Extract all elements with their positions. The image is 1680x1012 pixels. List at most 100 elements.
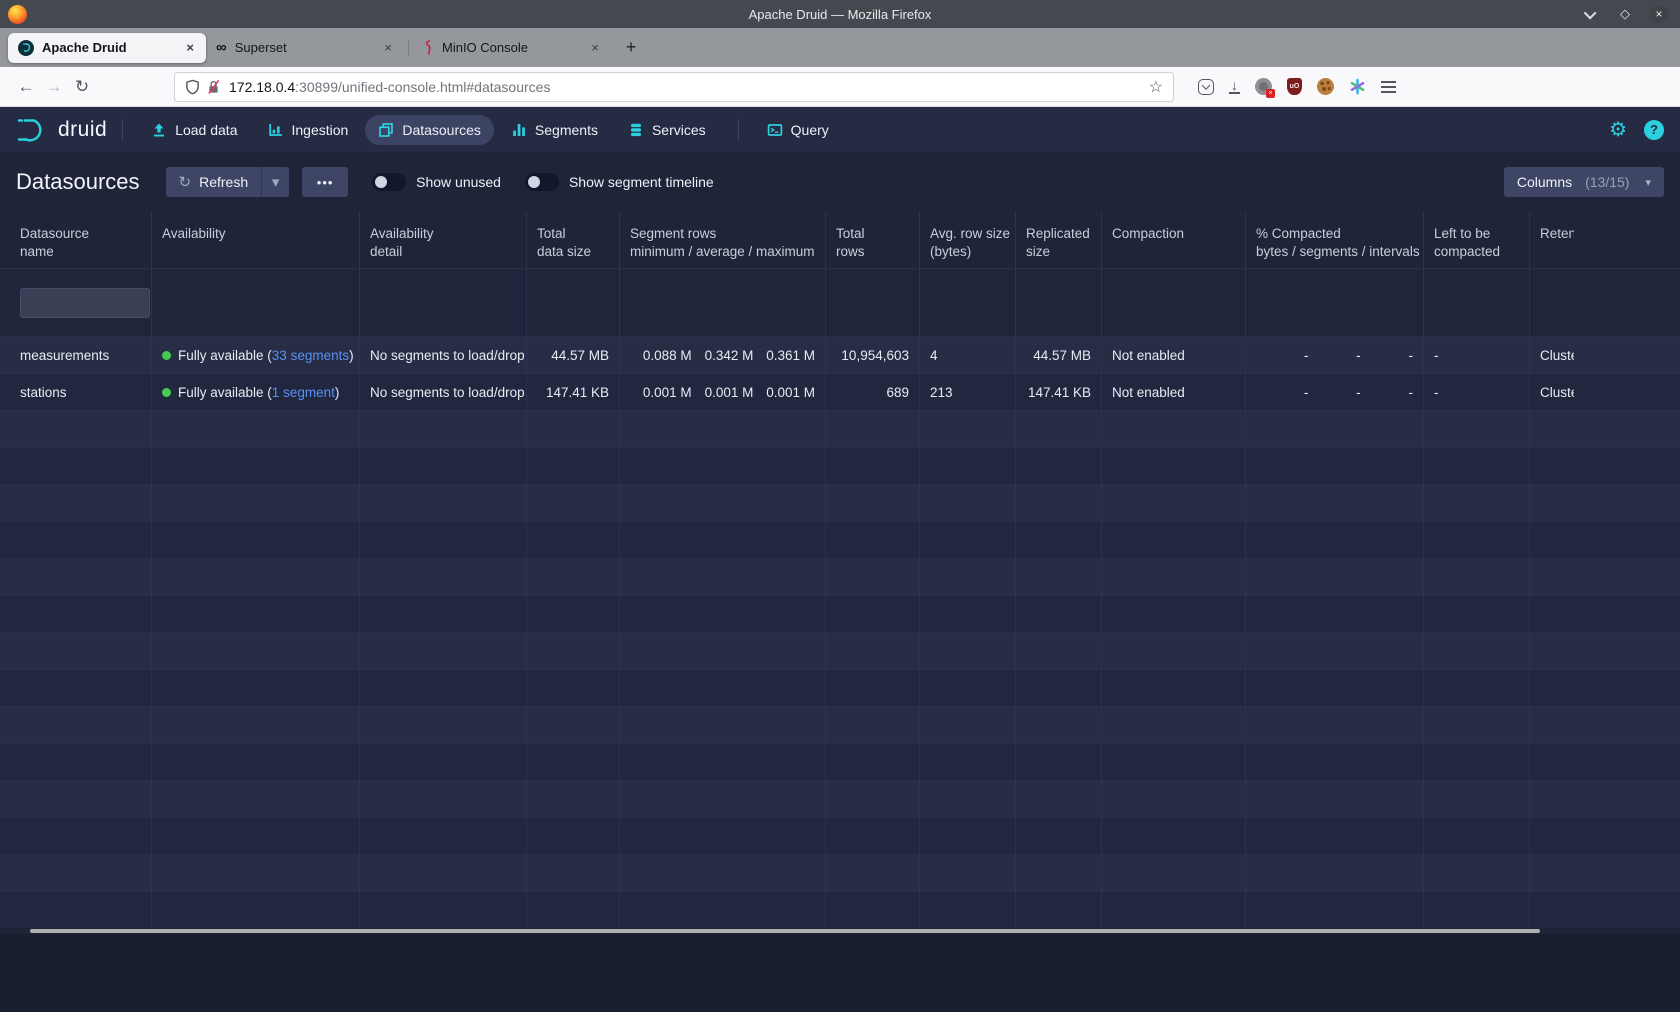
privacy-extension-icon[interactable]: × xyxy=(1255,78,1272,95)
column-header-total-rows[interactable]: Totalrows xyxy=(826,212,920,268)
page-header: Datasources ↻ Refresh ▾ ••• Show unused … xyxy=(0,152,1680,212)
back-button[interactable]: ← xyxy=(12,73,40,101)
tab-minio-console[interactable]: MinIO Console × xyxy=(413,33,611,63)
show-unused-toggle-group: Show unused xyxy=(372,173,501,191)
new-tab-button[interactable]: + xyxy=(617,34,645,62)
window-maximize-button[interactable]: ◇ xyxy=(1616,5,1634,23)
downloads-button[interactable]: ↓ xyxy=(1229,80,1240,94)
page-title: Datasources xyxy=(16,169,140,195)
table-row-measurements[interactable]: measurements Fully available (33 segment… xyxy=(0,336,1680,373)
table-row-stations[interactable]: stations Fully available (1 segment) No … xyxy=(0,373,1680,410)
nav-item-segments[interactable]: Segments xyxy=(498,115,611,145)
availability-cell: Fully available (1 segment) xyxy=(152,374,360,410)
tab-close-icon[interactable]: × xyxy=(380,38,396,57)
more-actions-button[interactable]: ••• xyxy=(302,167,348,197)
reload-button[interactable]: ↻ xyxy=(68,73,96,101)
retention-cell: Cluster default xyxy=(1530,374,1680,410)
datasource-name-cell: measurements xyxy=(10,337,152,373)
menu-button[interactable] xyxy=(1381,81,1396,93)
forward-button[interactable]: → xyxy=(40,73,68,101)
availability-detail-cell: No segments to load/drop xyxy=(360,337,527,373)
tab-label: Apache Druid xyxy=(42,40,182,55)
nav-item-services[interactable]: Services xyxy=(615,115,719,145)
column-header-segment-rows[interactable]: Segment rowsminimum / average / maximum xyxy=(620,212,826,268)
window-titlebar: Apache Druid — Mozilla Firefox ◇ × xyxy=(0,0,1680,28)
column-header-left-to-be-compacted[interactable]: Left to becompacted xyxy=(1424,212,1530,268)
tab-apache-druid[interactable]: Apache Druid × xyxy=(8,33,206,63)
superset-favicon-icon: ∞ xyxy=(216,39,227,56)
total-rows-cell: 689 xyxy=(826,374,920,410)
tab-close-icon[interactable]: × xyxy=(182,38,198,57)
help-icon[interactable]: ? xyxy=(1644,120,1664,140)
url-text: 172.18.0.4:30899/unified-console.html#da… xyxy=(229,79,1149,95)
ublock-origin-icon[interactable]: uO xyxy=(1287,78,1302,95)
table-row-empty xyxy=(0,891,1680,928)
retention-cell: Cluster default xyxy=(1530,337,1680,373)
settings-gear-icon[interactable]: ⚙ xyxy=(1609,117,1627,142)
compaction-cell: Not enabled xyxy=(1102,337,1246,373)
show-unused-switch[interactable] xyxy=(372,173,406,191)
pct-compacted-cell: --- xyxy=(1246,337,1424,373)
datasource-name-cell: stations xyxy=(10,374,152,410)
switch-knob xyxy=(375,176,387,188)
table-row-empty xyxy=(0,632,1680,669)
total-rows-cell: 10,954,603 xyxy=(826,337,920,373)
datasources-icon xyxy=(378,122,394,138)
segment-rows-cell: 0.001 M0.001 M0.001 M xyxy=(620,374,826,410)
availability-cell: Fully available (33 segments) xyxy=(152,337,360,373)
tab-superset[interactable]: ∞ Superset × xyxy=(206,33,404,63)
segments-link[interactable]: 1 segment xyxy=(272,385,335,400)
url-host: 172.18.0.4 xyxy=(229,79,295,95)
nav-item-label: Load data xyxy=(175,122,237,138)
browser-toolbar: ← → ↻ 172.18.0.4:30899/unified-console.h… xyxy=(0,67,1680,107)
availability-status-dot xyxy=(162,351,171,360)
column-header-retention[interactable]: Retention xyxy=(1530,212,1680,268)
refresh-caret-button[interactable]: ▾ xyxy=(261,167,289,197)
show-unused-label: Show unused xyxy=(416,174,501,190)
window-close-button[interactable]: × xyxy=(1650,5,1668,23)
column-header-availability-detail[interactable]: Availabilitydetail xyxy=(360,212,527,268)
tab-close-icon[interactable]: × xyxy=(587,38,603,57)
show-segment-timeline-toggle-group: Show segment timeline xyxy=(525,173,714,191)
column-header-replicated-size[interactable]: Replicatedsize xyxy=(1016,212,1102,268)
horizontal-scrollbar[interactable] xyxy=(30,929,1540,933)
tracking-shield-icon[interactable] xyxy=(185,79,200,95)
columns-count: (13/15) xyxy=(1585,174,1629,190)
nav-item-ingestion[interactable]: Ingestion xyxy=(255,115,362,145)
show-segment-timeline-switch[interactable] xyxy=(525,173,559,191)
columns-button[interactable]: Columns (13/15) ▾ xyxy=(1504,167,1664,197)
availability-detail-cell: No segments to load/drop xyxy=(360,374,527,410)
tab-bar: Apache Druid × ∞ Superset × MinIO Consol… xyxy=(0,28,1680,67)
cookie-extension-icon[interactable] xyxy=(1317,78,1334,95)
druid-logo[interactable]: druid xyxy=(16,116,107,144)
column-header-avg-row-size[interactable]: Avg. row size(bytes) xyxy=(920,212,1016,268)
datasources-table: Datasourcename Availability Availability… xyxy=(0,212,1680,934)
column-header-pct-compacted[interactable]: % Compactedbytes / segments / intervals xyxy=(1246,212,1424,268)
caret-down-icon: ▾ xyxy=(272,173,280,191)
column-header-datasource-name[interactable]: Datasourcename xyxy=(10,212,152,268)
column-header-total-data-size[interactable]: Totaldata size xyxy=(527,212,620,268)
total-data-size-cell: 44.57 MB xyxy=(527,337,620,373)
datasource-filter-input[interactable] xyxy=(20,288,150,318)
url-bar[interactable]: 172.18.0.4:30899/unified-console.html#da… xyxy=(174,72,1174,102)
refresh-label: Refresh xyxy=(199,174,248,190)
nav-item-load-data[interactable]: Load data xyxy=(138,115,250,145)
tab-label: MinIO Console xyxy=(442,40,587,55)
bookmark-star-icon[interactable]: ☆ xyxy=(1149,77,1163,97)
nav-item-query[interactable]: Query xyxy=(754,115,842,145)
asterisk-extension-icon[interactable] xyxy=(1349,78,1366,95)
pocket-icon[interactable] xyxy=(1198,79,1214,95)
column-header-availability[interactable]: Availability xyxy=(152,212,360,268)
window-chevron-button[interactable] xyxy=(1582,5,1600,23)
segments-link[interactable]: 33 segments xyxy=(272,348,349,363)
insecure-lock-icon[interactable] xyxy=(206,79,221,95)
navbar-divider xyxy=(738,119,739,141)
table-header-row: Datasourcename Availability Availability… xyxy=(0,212,1680,268)
nav-item-datasources[interactable]: Datasources xyxy=(365,115,494,145)
refresh-split-button: ↻ Refresh ▾ xyxy=(166,167,290,197)
url-path: :30899/unified-console.html#datasources xyxy=(295,79,550,95)
column-header-compaction[interactable]: Compaction xyxy=(1102,212,1246,268)
refresh-button[interactable]: ↻ Refresh xyxy=(166,167,262,197)
table-row-empty xyxy=(0,743,1680,780)
availability-status-dot xyxy=(162,388,171,397)
